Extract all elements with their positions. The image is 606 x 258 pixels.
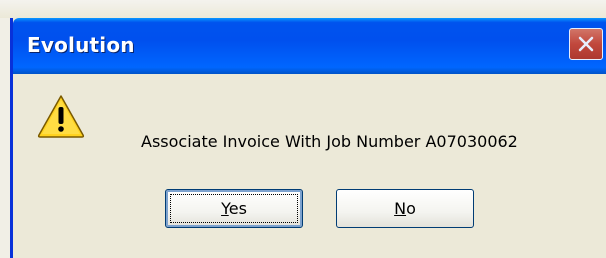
close-icon xyxy=(578,36,594,52)
yes-button-label: Yes xyxy=(221,199,247,218)
background-window-edge xyxy=(0,18,10,258)
dialog-title: Evolution xyxy=(27,33,135,57)
no-button-label: No xyxy=(394,199,416,218)
close-button[interactable] xyxy=(569,28,603,60)
warning-icon xyxy=(37,95,85,138)
desktop-background xyxy=(0,0,606,18)
dialog-titlebar[interactable]: Evolution xyxy=(13,18,606,74)
message-dialog: Evolution Associate Invoice With Job Num… xyxy=(10,18,606,258)
dialog-message: Associate Invoice With Job Number A07030… xyxy=(141,132,518,151)
yes-button[interactable]: Yes xyxy=(165,189,303,228)
no-button[interactable]: No xyxy=(336,189,474,228)
dialog-body: Associate Invoice With Job Number A07030… xyxy=(13,74,606,258)
